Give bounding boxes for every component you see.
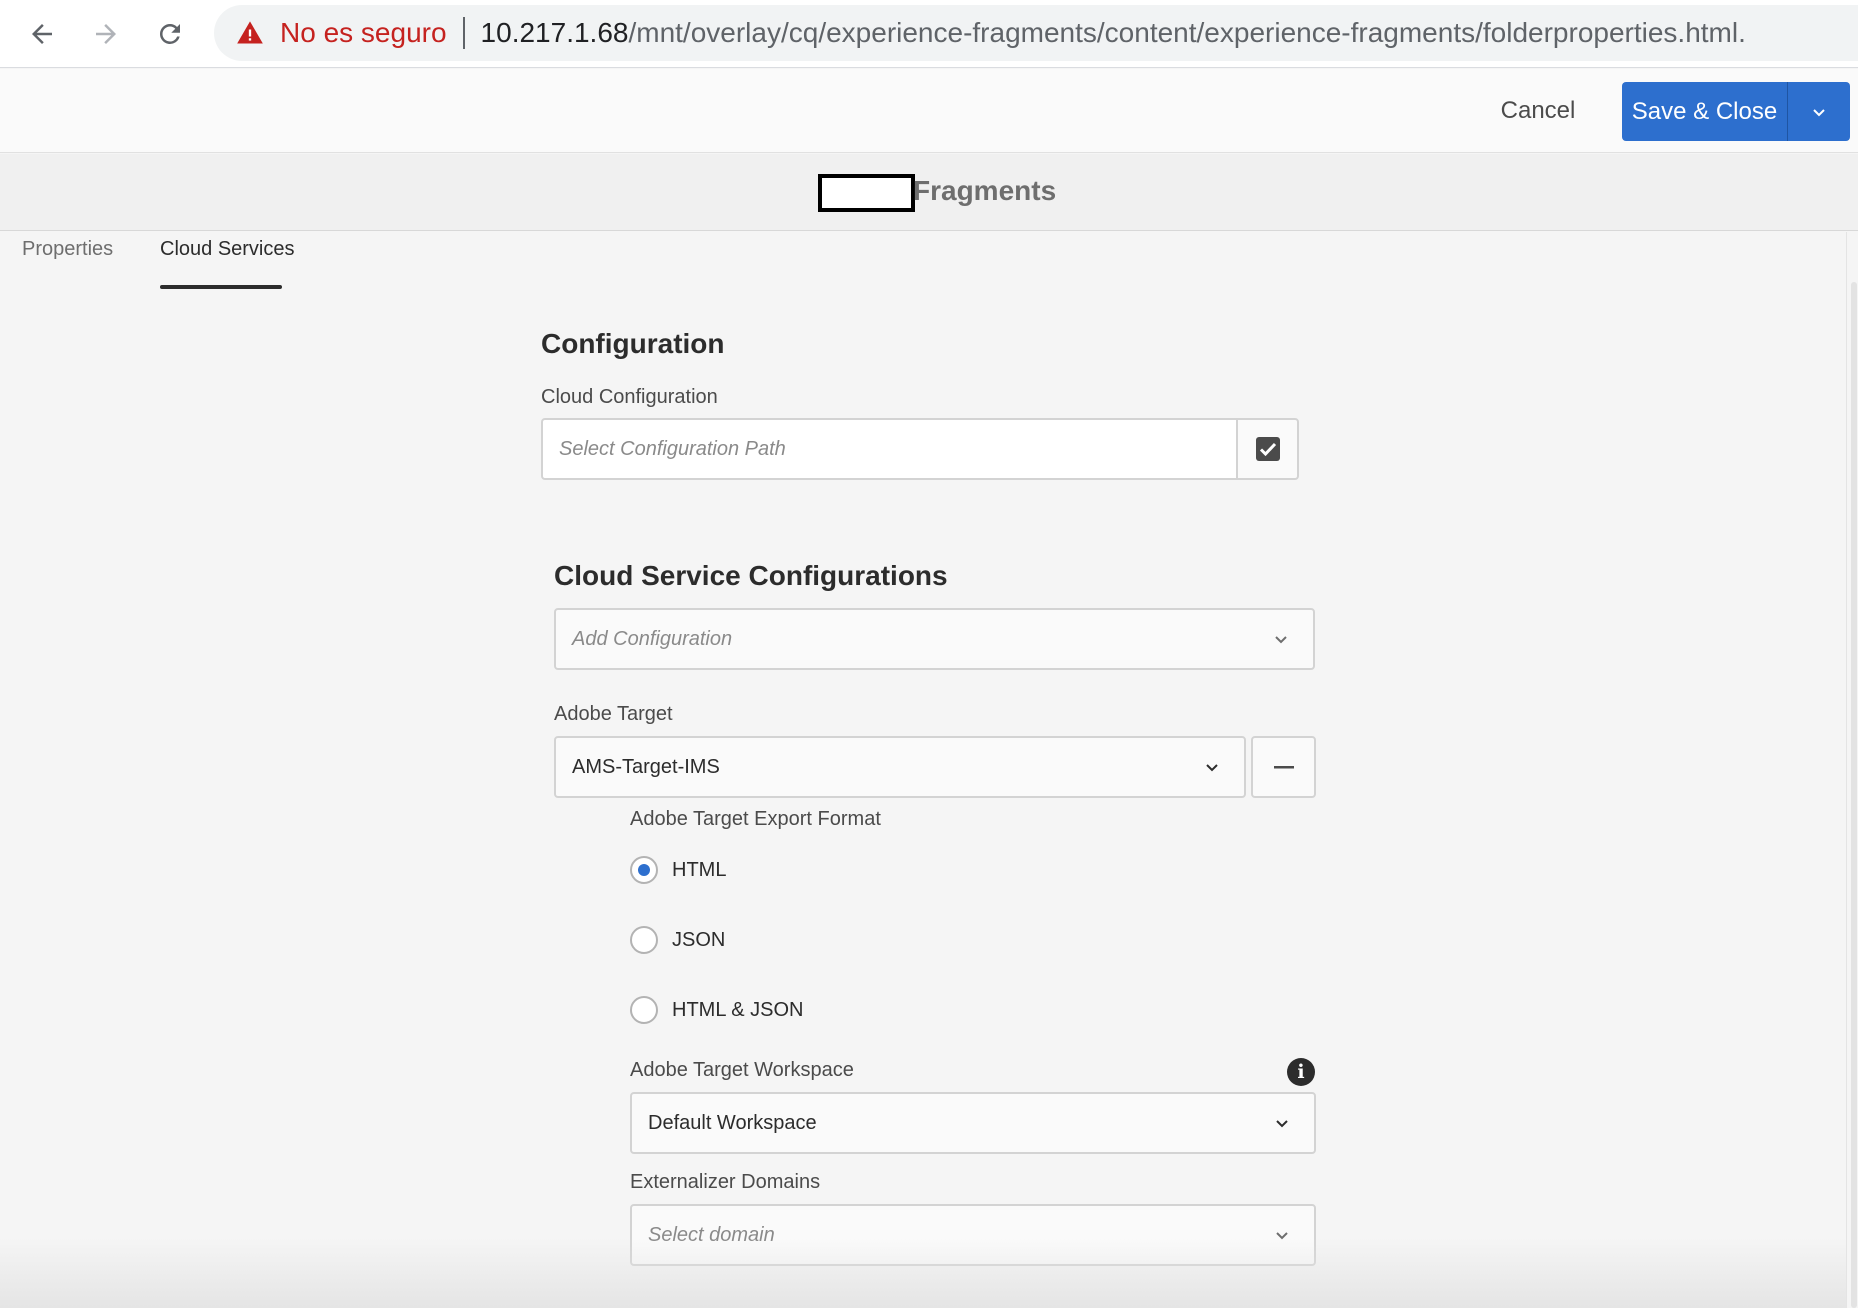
radio-option-html-json[interactable]: HTML & JSON (630, 994, 804, 1026)
not-secure-label[interactable]: No es seguro (280, 17, 447, 49)
radio-selected-dot (638, 864, 650, 876)
radio-option-html[interactable]: HTML (630, 854, 726, 886)
minus-icon (1273, 766, 1294, 769)
warning-icon (237, 21, 263, 44)
radio-option-json[interactable]: JSON (630, 924, 725, 956)
title-bar: Fragments (0, 154, 1858, 231)
chevron-down-icon (1206, 764, 1218, 772)
browser-toolbar: No es seguro 10.217.1.68 /mnt/overlay/cq… (0, 0, 1858, 68)
workspace-label: Adobe Target Workspace (630, 1059, 854, 1081)
chevron-down-icon (1276, 1120, 1288, 1128)
action-bar: Cancel Save & Close (0, 69, 1858, 153)
radio-button[interactable] (630, 926, 658, 954)
add-configuration-placeholder: Add Configuration (572, 627, 733, 650)
adobe-target-label: Adobe Target (554, 703, 673, 725)
externalizer-domains-label: Externalizer Domains (630, 1171, 821, 1193)
page-title: Fragments (913, 175, 1057, 206)
externalizer-domains-select[interactable]: Select domain (630, 1204, 1316, 1266)
forward-arrow-icon[interactable] (84, 12, 128, 56)
radio-label: HTML (672, 858, 727, 881)
checkbox-check-icon (1255, 437, 1280, 461)
cloud-configuration-input[interactable]: Select Configuration Path (541, 418, 1238, 480)
export-format-label: Adobe Target Export Format (630, 808, 881, 830)
workspace-value: Default Workspace (648, 1111, 817, 1134)
cancel-button[interactable]: Cancel (1480, 89, 1596, 133)
add-configuration-select[interactable]: Add Configuration (554, 608, 1315, 670)
reload-icon[interactable] (148, 12, 192, 56)
chevron-down-icon (1813, 108, 1825, 116)
active-tab-indicator (160, 285, 282, 289)
radio-label: HTML & JSON (672, 998, 804, 1021)
save-options-toggle[interactable] (1788, 82, 1850, 141)
tab-cloud-services[interactable]: Cloud Services (160, 238, 295, 290)
configuration-heading: Configuration (541, 328, 725, 359)
address-bar[interactable]: No es seguro 10.217.1.68 /mnt/overlay/cq… (214, 5, 1858, 61)
workspace-select[interactable]: Default Workspace (630, 1092, 1316, 1154)
info-icon[interactable]: i (1287, 1058, 1315, 1086)
chevron-down-icon (1276, 1232, 1288, 1240)
radio-button[interactable] (630, 996, 658, 1024)
radio-button[interactable] (630, 856, 658, 884)
url-path: /mnt/overlay/cq/experience-fragments/con… (628, 17, 1746, 48)
back-arrow-icon[interactable] (20, 12, 64, 56)
domains-placeholder: Select domain (648, 1223, 775, 1246)
tab-properties[interactable]: Properties (22, 238, 113, 290)
remove-configuration-button[interactable] (1251, 736, 1316, 798)
redacted-title-box (818, 174, 915, 212)
chevron-down-icon (1275, 636, 1287, 644)
radio-label: JSON (672, 928, 726, 951)
cloud-service-configurations-heading: Cloud Service Configurations (554, 560, 948, 591)
cloud-configuration-label: Cloud Configuration (541, 386, 718, 408)
scrollbar-thumb[interactable] (1851, 282, 1857, 1308)
adobe-target-value: AMS-Target-IMS (572, 755, 720, 778)
adobe-target-select[interactable]: AMS-Target-IMS (554, 736, 1246, 798)
address-divider (462, 17, 465, 49)
browse-configuration-button[interactable] (1236, 418, 1299, 480)
save-button-group: Save & Close (1622, 82, 1850, 141)
save-close-button[interactable]: Save & Close (1622, 82, 1788, 141)
url-host: 10.217.1.68 (480, 17, 629, 48)
